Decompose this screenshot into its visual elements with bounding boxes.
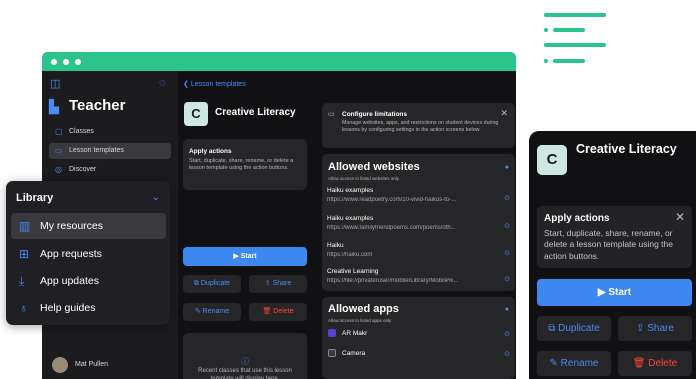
allowed-websites-card: Allowed websites ● Allow access to liste…: [322, 154, 515, 291]
camera-app-icon: [328, 349, 336, 357]
library-item-help-guides[interactable]: ♁ Help guides: [11, 295, 166, 321]
rename-button[interactable]: ✎ Rename: [183, 303, 241, 321]
app-row[interactable]: Camera: [342, 350, 365, 357]
add-app-icon[interactable]: ●: [505, 306, 509, 313]
classes-icon: ▢: [55, 127, 63, 136]
play-icon: ▶: [597, 287, 606, 298]
chevron-right-icon[interactable]: ⊙: [504, 350, 510, 358]
mobile-detail-panel: C Creative Literacy Apply actions ✕ Star…: [529, 131, 696, 379]
share-icon: ⇪: [636, 323, 645, 334]
start-button[interactable]: ▶ Start: [183, 247, 307, 266]
configure-limitations-card: ▭ Configure limitations Manage websites,…: [322, 103, 515, 148]
ar-makr-app-icon: [328, 329, 336, 337]
pencil-icon: ✎: [549, 358, 558, 369]
duplicate-icon: ⧉: [548, 323, 556, 334]
website-row[interactable]: Haiku examples https://www.readpoetry.co…: [327, 187, 507, 203]
chevron-down-icon[interactable]: ⌄: [152, 192, 160, 203]
lesson-title: Creative Literacy: [215, 107, 296, 118]
start-button[interactable]: ▶ Start: [537, 279, 692, 306]
avatar[interactable]: [52, 357, 68, 373]
app-row[interactable]: AR Makr: [342, 330, 367, 337]
sidebar-toggle-icon[interactable]: ◫: [50, 77, 60, 90]
trash-icon: 🗑: [262, 308, 272, 315]
lesson-icon: C: [537, 145, 567, 175]
share-button[interactable]: ⇪ Share: [249, 275, 307, 293]
window-dot-icon[interactable]: [63, 59, 69, 65]
close-icon[interactable]: ✕: [675, 210, 685, 224]
window-titlebar: [42, 52, 516, 71]
window-dot-icon[interactable]: [75, 59, 81, 65]
info-icon: ⓘ: [241, 357, 249, 366]
library-panel: Library ⌄ ▥ My resources ⊞ App requests …: [6, 181, 170, 325]
website-row[interactable]: Creative Learning https://file://private…: [327, 268, 507, 284]
chevron-right-icon[interactable]: ⊙: [504, 249, 510, 257]
library-item-app-updates[interactable]: ⤓ App updates: [11, 268, 166, 294]
app-title: Teacher: [69, 97, 126, 114]
chevron-right-icon[interactable]: ⊙: [504, 194, 510, 202]
user-name: Mat Pullen: [75, 361, 109, 368]
pencil-icon: ✎: [194, 308, 201, 315]
chat-icon[interactable]: ◌: [159, 77, 166, 89]
chevron-right-icon[interactable]: ⊙: [504, 275, 510, 283]
share-button[interactable]: ⇪ Share: [618, 316, 692, 341]
library-title: Library: [16, 192, 54, 204]
sidebar-item-lesson-templates[interactable]: ▭ Lesson templates: [49, 143, 171, 159]
duplicate-button[interactable]: ⧉ Duplicate: [537, 316, 611, 341]
delete-button[interactable]: 🗑 Delete: [249, 303, 307, 321]
duplicate-button[interactable]: ⧉ Duplicate: [183, 275, 241, 293]
website-row[interactable]: Haiku https://haiku.com: [327, 242, 507, 258]
share-icon: ⇪: [264, 280, 271, 287]
website-row[interactable]: Haiku examples https://www.familyfriendp…: [327, 215, 507, 231]
duplicate-icon: ⧉: [193, 280, 199, 287]
close-icon[interactable]: ✕: [500, 108, 508, 119]
window-dot-icon[interactable]: [51, 59, 57, 65]
library-item-app-requests[interactable]: ⊞ App requests: [11, 241, 166, 267]
sidebar-item-discover[interactable]: ◎ Discover: [49, 162, 171, 178]
allowed-apps-card: Allowed apps ● Allow access to listed ap…: [322, 297, 515, 379]
apply-actions-card: Apply actions ✕ Start, duplicate, share,…: [537, 206, 692, 268]
teacher-logo-icon: ▙: [49, 99, 59, 114]
trash-icon: 🗑: [632, 358, 646, 369]
limitations-icon: ▭: [328, 111, 335, 118]
templates-icon: ▭: [55, 146, 63, 155]
lightbulb-icon: ♁: [19, 301, 28, 315]
chevron-right-icon[interactable]: ⊙: [504, 330, 510, 338]
chevron-right-icon[interactable]: ⊙: [504, 222, 510, 230]
back-button[interactable]: ❮ Lesson templates: [183, 80, 246, 88]
compass-icon: ◎: [55, 165, 62, 174]
books-icon: ▥: [19, 219, 31, 233]
apply-actions-card: Apply actions Start, duplicate, share, r…: [183, 139, 307, 190]
main-content: ❮ Lesson templates C Creative Literacy A…: [178, 71, 516, 379]
delete-button[interactable]: 🗑 Delete: [618, 351, 692, 376]
add-website-icon[interactable]: ●: [505, 164, 509, 171]
recent-classes-card: ⓘ Recent classes that use this lesson te…: [183, 333, 307, 379]
rename-button[interactable]: ✎ Rename: [537, 351, 611, 376]
lesson-title: Creative Literacy: [576, 142, 677, 156]
lesson-icon: C: [184, 102, 208, 126]
play-icon: ▶: [233, 253, 239, 260]
plus-square-icon: ⊞: [19, 247, 30, 261]
download-icon: ⤓: [19, 274, 25, 288]
sidebar-item-classes[interactable]: ▢ Classes: [49, 124, 171, 140]
library-item-my-resources[interactable]: ▥ My resources: [11, 213, 166, 239]
chevron-left-icon: ❮: [183, 81, 189, 88]
